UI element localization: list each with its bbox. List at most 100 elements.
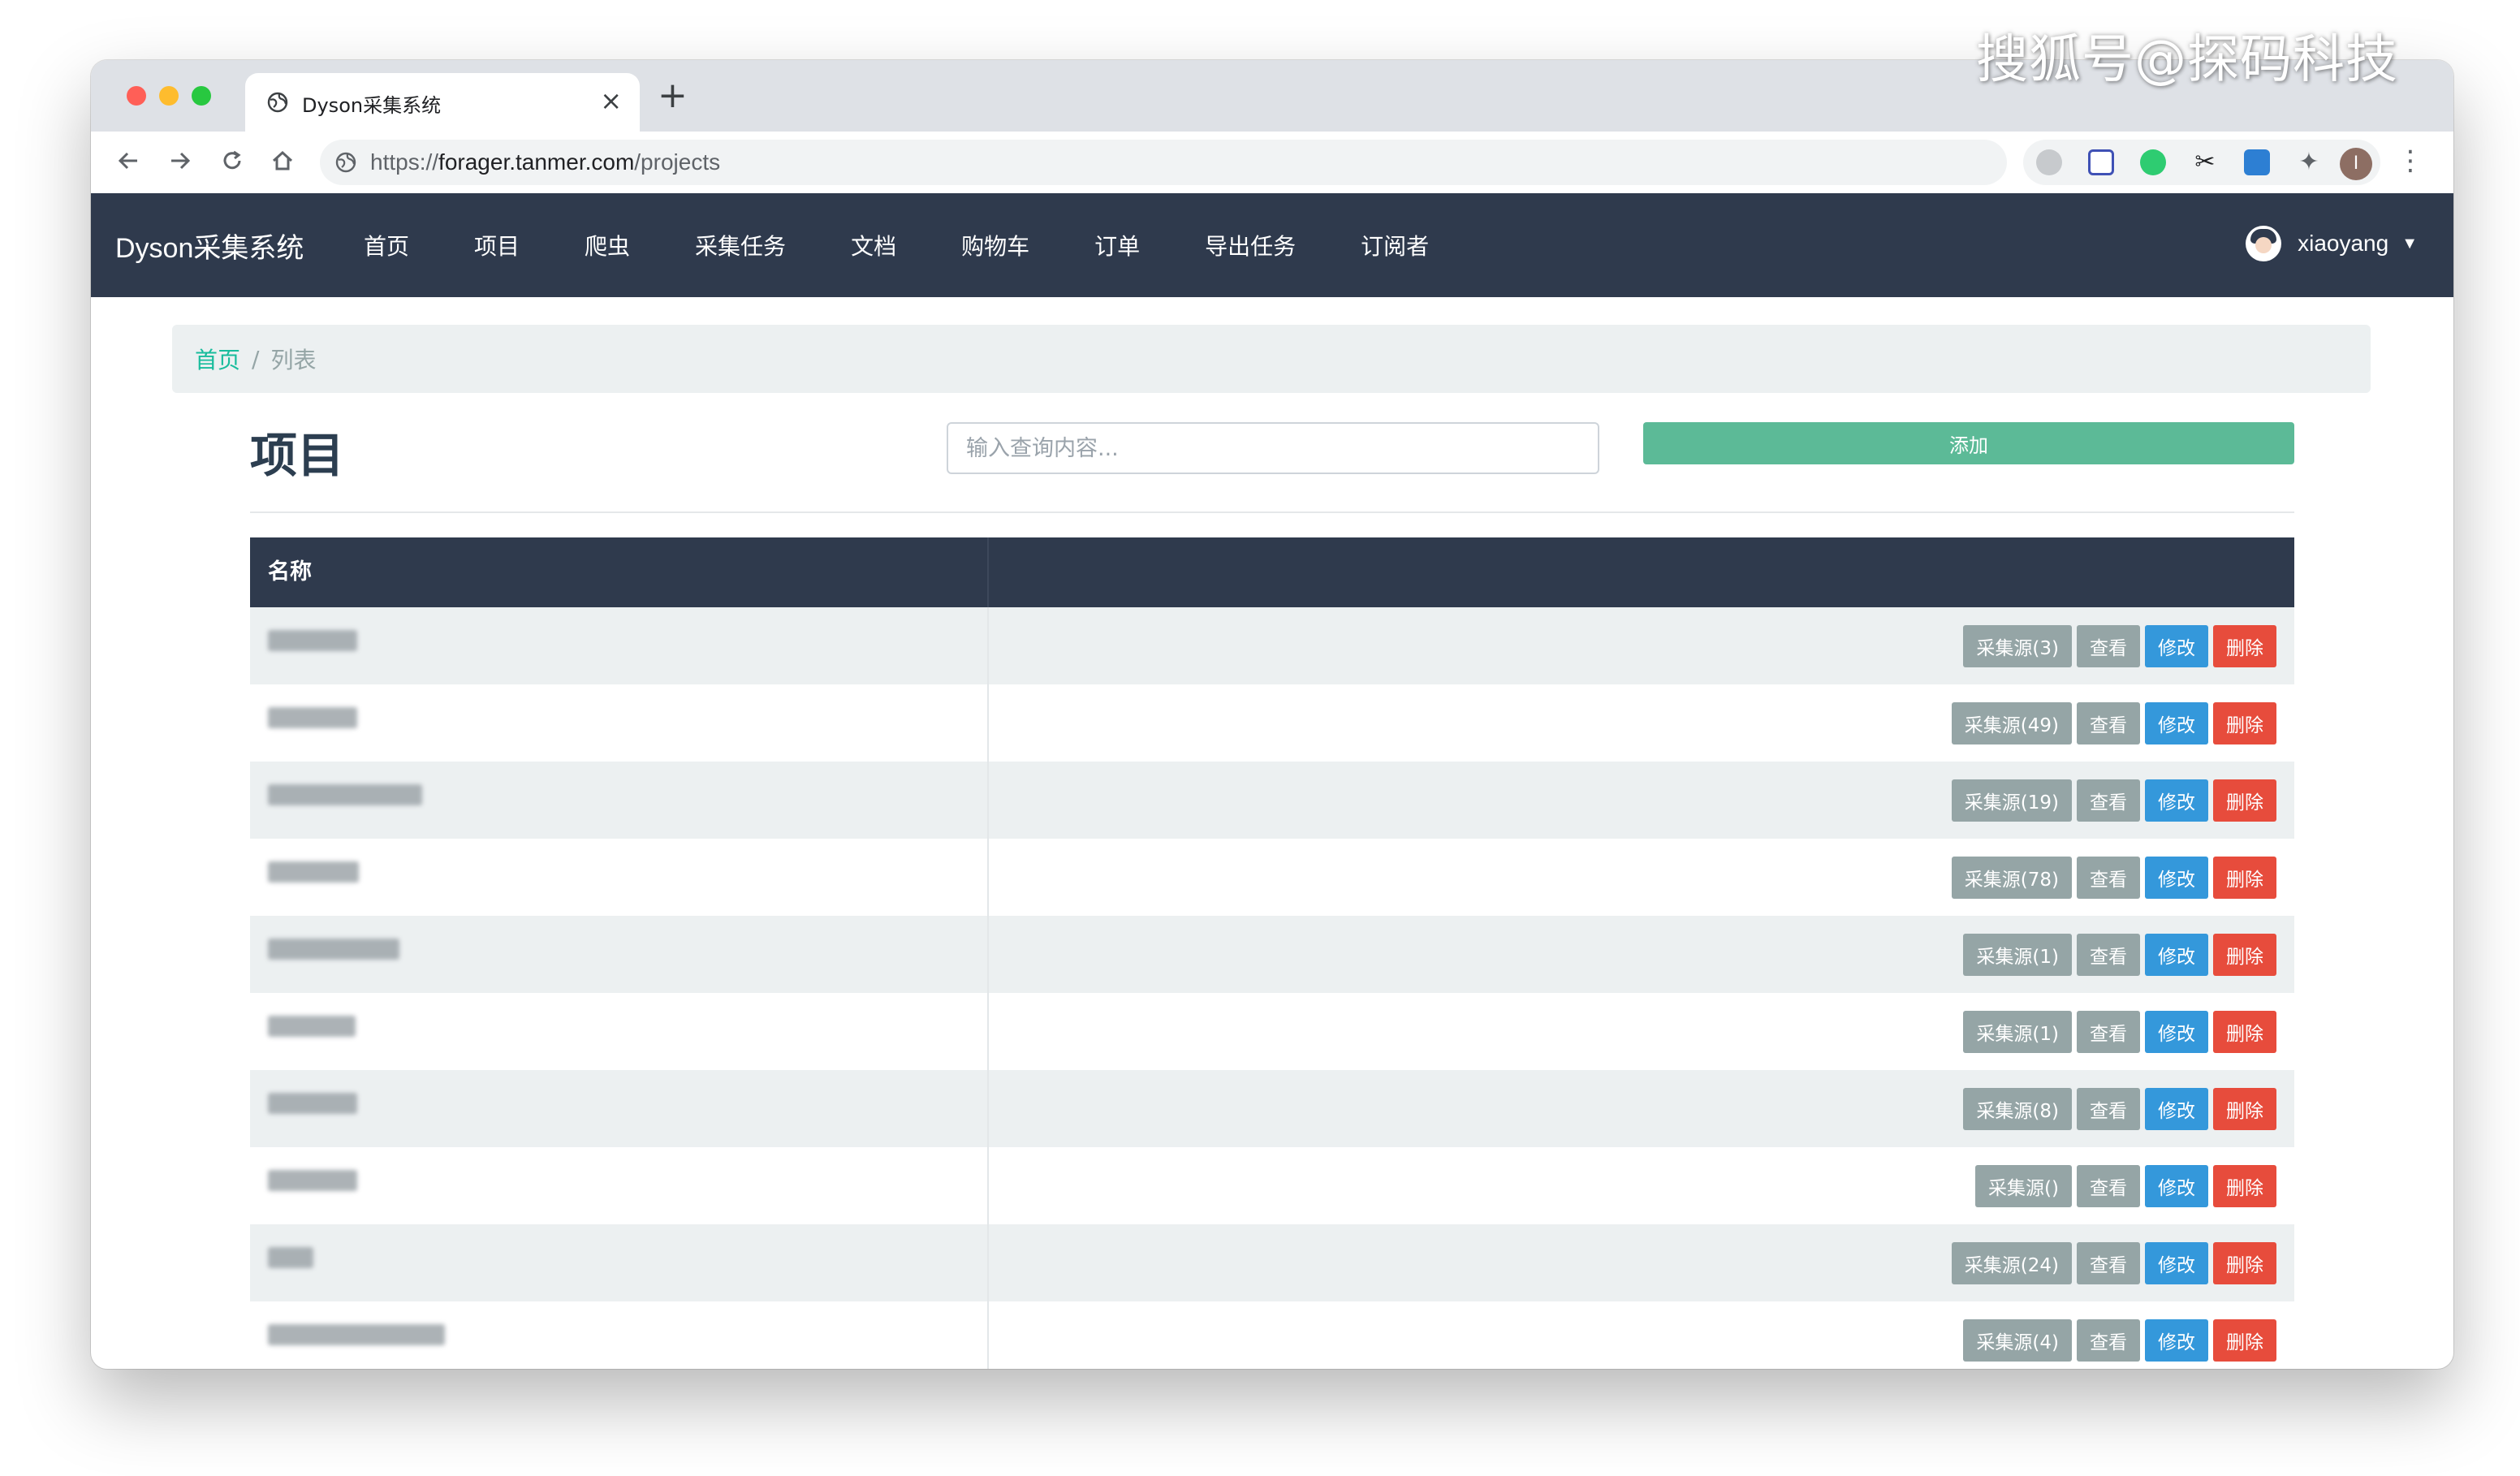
edit-button[interactable]: 修改 bbox=[2145, 1087, 2208, 1130]
sources-button[interactable]: 采集源(24) bbox=[1951, 1241, 2072, 1284]
more-menu-icon[interactable]: ⋮ bbox=[2397, 145, 2424, 177]
tab-close-icon[interactable]: × bbox=[600, 84, 622, 117]
browser-tab[interactable]: Dyson采集系统 × bbox=[245, 73, 640, 132]
nav-docs[interactable]: 文档 bbox=[851, 229, 896, 261]
sources-button[interactable]: 采集源(1) bbox=[1963, 1010, 2072, 1053]
breadcrumb-home-link[interactable]: 首页 bbox=[195, 343, 240, 375]
table-header: 名称 bbox=[250, 537, 2294, 607]
globe-icon bbox=[335, 152, 356, 173]
row-actions: 采集源(49) 查看 修改 删除 bbox=[989, 684, 2294, 762]
delete-button[interactable]: 删除 bbox=[2213, 1087, 2276, 1130]
new-tab-button[interactable]: + bbox=[658, 78, 688, 114]
view-button[interactable]: 查看 bbox=[2077, 1241, 2140, 1284]
view-button[interactable]: 查看 bbox=[2077, 1010, 2140, 1053]
view-button[interactable]: 查看 bbox=[2077, 701, 2140, 744]
back-button[interactable] bbox=[109, 141, 148, 180]
redacted-name bbox=[268, 707, 357, 728]
sources-button[interactable]: 采集源(78) bbox=[1951, 856, 2072, 899]
delete-button[interactable]: 删除 bbox=[2213, 933, 2276, 976]
url-path: /projects bbox=[634, 149, 721, 175]
column-header-actions bbox=[989, 537, 2294, 607]
nav-export-tasks[interactable]: 导出任务 bbox=[1205, 229, 1296, 261]
delete-button[interactable]: 删除 bbox=[2213, 779, 2276, 822]
home-icon bbox=[272, 150, 293, 170]
nav-projects[interactable]: 项目 bbox=[474, 229, 520, 261]
extensions-area: ✂ ✦ bbox=[2023, 140, 2380, 185]
view-button[interactable]: 查看 bbox=[2077, 1318, 2140, 1362]
search-input[interactable] bbox=[947, 422, 1599, 474]
extension-check-icon[interactable] bbox=[2140, 149, 2166, 175]
nav-crawlers[interactable]: 爬虫 bbox=[585, 229, 630, 261]
nav-orders[interactable]: 订单 bbox=[1094, 229, 1140, 261]
row-actions: 采集源(8) 查看 修改 删除 bbox=[989, 1070, 2294, 1147]
redacted-name bbox=[268, 1016, 356, 1037]
user-menu[interactable]: xiaoyang ▼ bbox=[2246, 226, 2418, 261]
edit-button[interactable]: 修改 bbox=[2145, 856, 2208, 899]
project-name-cell bbox=[250, 1301, 989, 1369]
table-row: 采集源(3) 查看 修改 删除 bbox=[250, 607, 2294, 684]
nav-links: 首页 项目 爬虫 采集任务 文档 购物车 订单 导出任务 订阅者 bbox=[364, 193, 1494, 297]
edit-button[interactable]: 修改 bbox=[2145, 933, 2208, 976]
view-button[interactable]: 查看 bbox=[2077, 856, 2140, 899]
add-button[interactable]: 添加 bbox=[1643, 422, 2294, 464]
view-button[interactable]: 查看 bbox=[2077, 624, 2140, 667]
edit-button[interactable]: 修改 bbox=[2145, 701, 2208, 744]
user-avatar bbox=[2246, 226, 2282, 261]
delete-button[interactable]: 删除 bbox=[2213, 1010, 2276, 1053]
sources-button[interactable]: 采集源(1) bbox=[1963, 933, 2072, 976]
redacted-name bbox=[268, 1093, 357, 1114]
sources-button[interactable]: 采集源(19) bbox=[1951, 779, 2072, 822]
view-button[interactable]: 查看 bbox=[2077, 933, 2140, 976]
nav-subscribers[interactable]: 订阅者 bbox=[1361, 229, 1429, 261]
brand-logo[interactable]: Dyson采集系统 bbox=[115, 226, 304, 265]
extension-reader-icon[interactable] bbox=[2088, 149, 2114, 175]
sources-button[interactable]: 采集源(49) bbox=[1951, 701, 2072, 744]
url-host: forager.tanmer.com bbox=[438, 149, 635, 175]
delete-button[interactable]: 删除 bbox=[2213, 1318, 2276, 1362]
delete-button[interactable]: 删除 bbox=[2213, 624, 2276, 667]
sources-button[interactable]: 采集源(4) bbox=[1963, 1318, 2072, 1362]
delete-button[interactable]: 删除 bbox=[2213, 701, 2276, 744]
profile-avatar[interactable]: I bbox=[2340, 148, 2372, 180]
nav-cart[interactable]: 购物车 bbox=[961, 229, 1029, 261]
row-actions: 采集源(19) 查看 修改 删除 bbox=[989, 762, 2294, 839]
edit-button[interactable]: 修改 bbox=[2145, 779, 2208, 822]
extension-s-icon[interactable] bbox=[2244, 149, 2270, 175]
close-window-button[interactable] bbox=[127, 86, 146, 106]
table-row: 采集源(19) 查看 修改 删除 bbox=[250, 762, 2294, 839]
edit-button[interactable]: 修改 bbox=[2145, 1318, 2208, 1362]
sources-button[interactable]: 采集源(8) bbox=[1963, 1087, 2072, 1130]
edit-button[interactable]: 修改 bbox=[2145, 1010, 2208, 1053]
minimize-window-button[interactable] bbox=[159, 86, 179, 106]
redacted-name bbox=[268, 1247, 313, 1268]
table-row: 采集源(4) 查看 修改 删除 bbox=[250, 1301, 2294, 1369]
view-button[interactable]: 查看 bbox=[2077, 1087, 2140, 1130]
edit-button[interactable]: 修改 bbox=[2145, 624, 2208, 667]
home-button[interactable] bbox=[263, 141, 302, 180]
forward-button[interactable] bbox=[161, 141, 200, 180]
edit-button[interactable]: 修改 bbox=[2145, 1241, 2208, 1284]
extension-scissors-icon[interactable]: ✂ bbox=[2192, 149, 2218, 175]
view-button[interactable]: 查看 bbox=[2077, 779, 2140, 822]
view-button[interactable]: 查看 bbox=[2077, 1164, 2140, 1207]
row-actions: 采集源(78) 查看 修改 删除 bbox=[989, 839, 2294, 916]
address-bar[interactable]: https://forager.tanmer.com/projects bbox=[320, 140, 2007, 185]
delete-button[interactable]: 删除 bbox=[2213, 856, 2276, 899]
url-text: https://forager.tanmer.com/projects bbox=[370, 149, 720, 175]
delete-button[interactable]: 删除 bbox=[2213, 1164, 2276, 1207]
delete-button[interactable]: 删除 bbox=[2213, 1241, 2276, 1284]
row-actions: 采集源(3) 查看 修改 删除 bbox=[989, 607, 2294, 684]
reload-button[interactable] bbox=[213, 141, 252, 180]
maximize-window-button[interactable] bbox=[192, 86, 211, 106]
redacted-name bbox=[268, 1324, 445, 1345]
nav-home[interactable]: 首页 bbox=[364, 229, 409, 261]
nav-collect-tasks[interactable]: 采集任务 bbox=[695, 229, 786, 261]
redacted-name bbox=[268, 630, 357, 651]
edit-button[interactable]: 修改 bbox=[2145, 1164, 2208, 1207]
sources-button[interactable]: 采集源() bbox=[1975, 1164, 2072, 1207]
extensions-puzzle-icon[interactable]: ✦ bbox=[2296, 149, 2322, 175]
project-name-cell bbox=[250, 1147, 989, 1224]
sources-button[interactable]: 采集源(3) bbox=[1963, 624, 2072, 667]
extension-globe-icon[interactable] bbox=[2036, 149, 2062, 175]
url-prefix: https:// bbox=[370, 149, 439, 175]
